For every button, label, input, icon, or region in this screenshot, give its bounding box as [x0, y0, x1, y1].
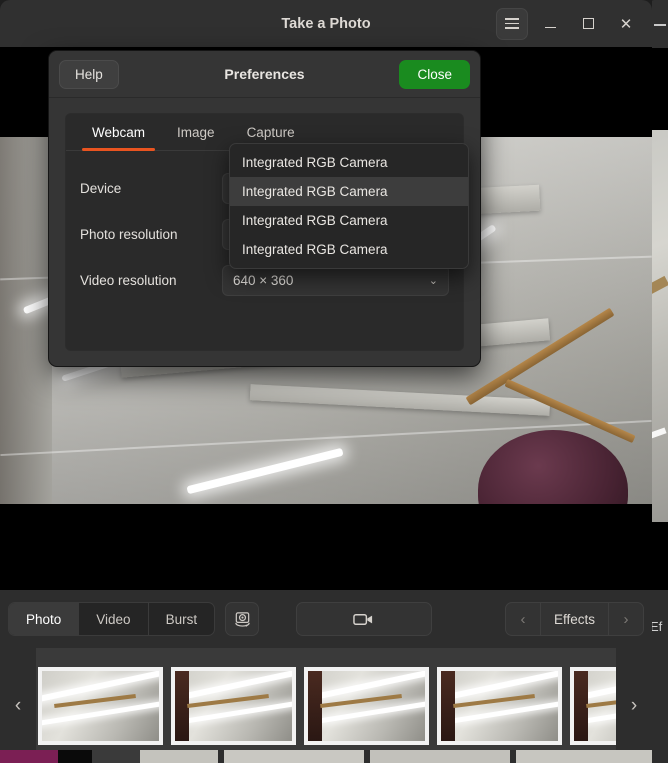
- close-preferences-button[interactable]: Close: [399, 59, 470, 89]
- device-option-4[interactable]: Integrated RGB Camera: [230, 235, 468, 264]
- effects-next-button[interactable]: ›: [609, 603, 643, 635]
- mode-photo-button[interactable]: Photo: [9, 603, 80, 635]
- window-controls: ✕: [496, 7, 642, 40]
- capture-mode-switcher: Photo Video Burst: [8, 602, 216, 636]
- maximize-icon[interactable]: [572, 8, 604, 40]
- effects-label[interactable]: Effects: [539, 603, 609, 635]
- capture-toolbar: Photo Video Burst ‹ Effects ›: [0, 590, 652, 648]
- video-resolution-combobox[interactable]: 640 × 360 ⌄: [222, 264, 449, 296]
- background-window-gallery-sliver: [0, 750, 652, 763]
- device-option-2[interactable]: Integrated RGB Camera: [230, 177, 468, 206]
- background-minimize-icon: [654, 24, 666, 26]
- close-icon[interactable]: ✕: [610, 8, 642, 40]
- effects-prev-button[interactable]: ‹: [506, 603, 540, 635]
- device-option-1[interactable]: Integrated RGB Camera: [230, 148, 468, 177]
- mode-burst-button[interactable]: Burst: [149, 603, 215, 635]
- preview-letterbox-bottom: [0, 504, 652, 590]
- thumbnail-3[interactable]: [304, 666, 429, 745]
- thumbnail-5[interactable]: [570, 666, 616, 745]
- mode-video-button[interactable]: Video: [79, 603, 149, 635]
- effects-control: ‹ Effects ›: [504, 602, 644, 636]
- minimize-icon[interactable]: [534, 8, 566, 40]
- preferences-dialog: Help Preferences Close Webcam Image Capt…: [48, 50, 481, 367]
- tab-image[interactable]: Image: [161, 114, 231, 150]
- chevron-down-icon: ⌄: [428, 274, 438, 287]
- preferences-body: Webcam Image Capture Device Integrated R…: [49, 98, 480, 367]
- record-video-button[interactable]: [295, 602, 432, 636]
- window-titlebar: Take a Photo ✕: [0, 0, 652, 47]
- preferences-panel: Webcam Image Capture Device Integrated R…: [65, 113, 469, 351]
- camera-switch-icon[interactable]: [225, 602, 260, 636]
- device-label: Device: [80, 180, 122, 196]
- photo-resolution-label: Photo resolution: [80, 226, 178, 242]
- gallery-prev-button[interactable]: ‹: [0, 695, 36, 717]
- help-button[interactable]: Help: [59, 59, 119, 89]
- video-resolution-value: 640 × 360: [233, 272, 294, 288]
- screen: Ef Take a Photo ✕ Photo Video Burst ‹ Ef…: [0, 0, 668, 763]
- photo-gallery: ‹ ›: [0, 648, 652, 763]
- tab-webcam[interactable]: Webcam: [76, 114, 161, 151]
- thumbnail-2[interactable]: [171, 666, 296, 745]
- preferences-headerbar: Help Preferences Close: [49, 51, 480, 98]
- device-option-3[interactable]: Integrated RGB Camera: [230, 206, 468, 235]
- thumbnail-4[interactable]: [437, 666, 562, 745]
- device-dropdown-popup[interactable]: Integrated RGB Camera Integrated RGB Cam…: [229, 143, 469, 269]
- gallery-next-button[interactable]: ›: [616, 695, 652, 717]
- gallery-thumbnail-strip[interactable]: [36, 648, 616, 763]
- hamburger-menu-icon[interactable]: [496, 7, 528, 40]
- thumbnail-1[interactable]: [38, 666, 163, 745]
- video-resolution-label: Video resolution: [80, 272, 177, 288]
